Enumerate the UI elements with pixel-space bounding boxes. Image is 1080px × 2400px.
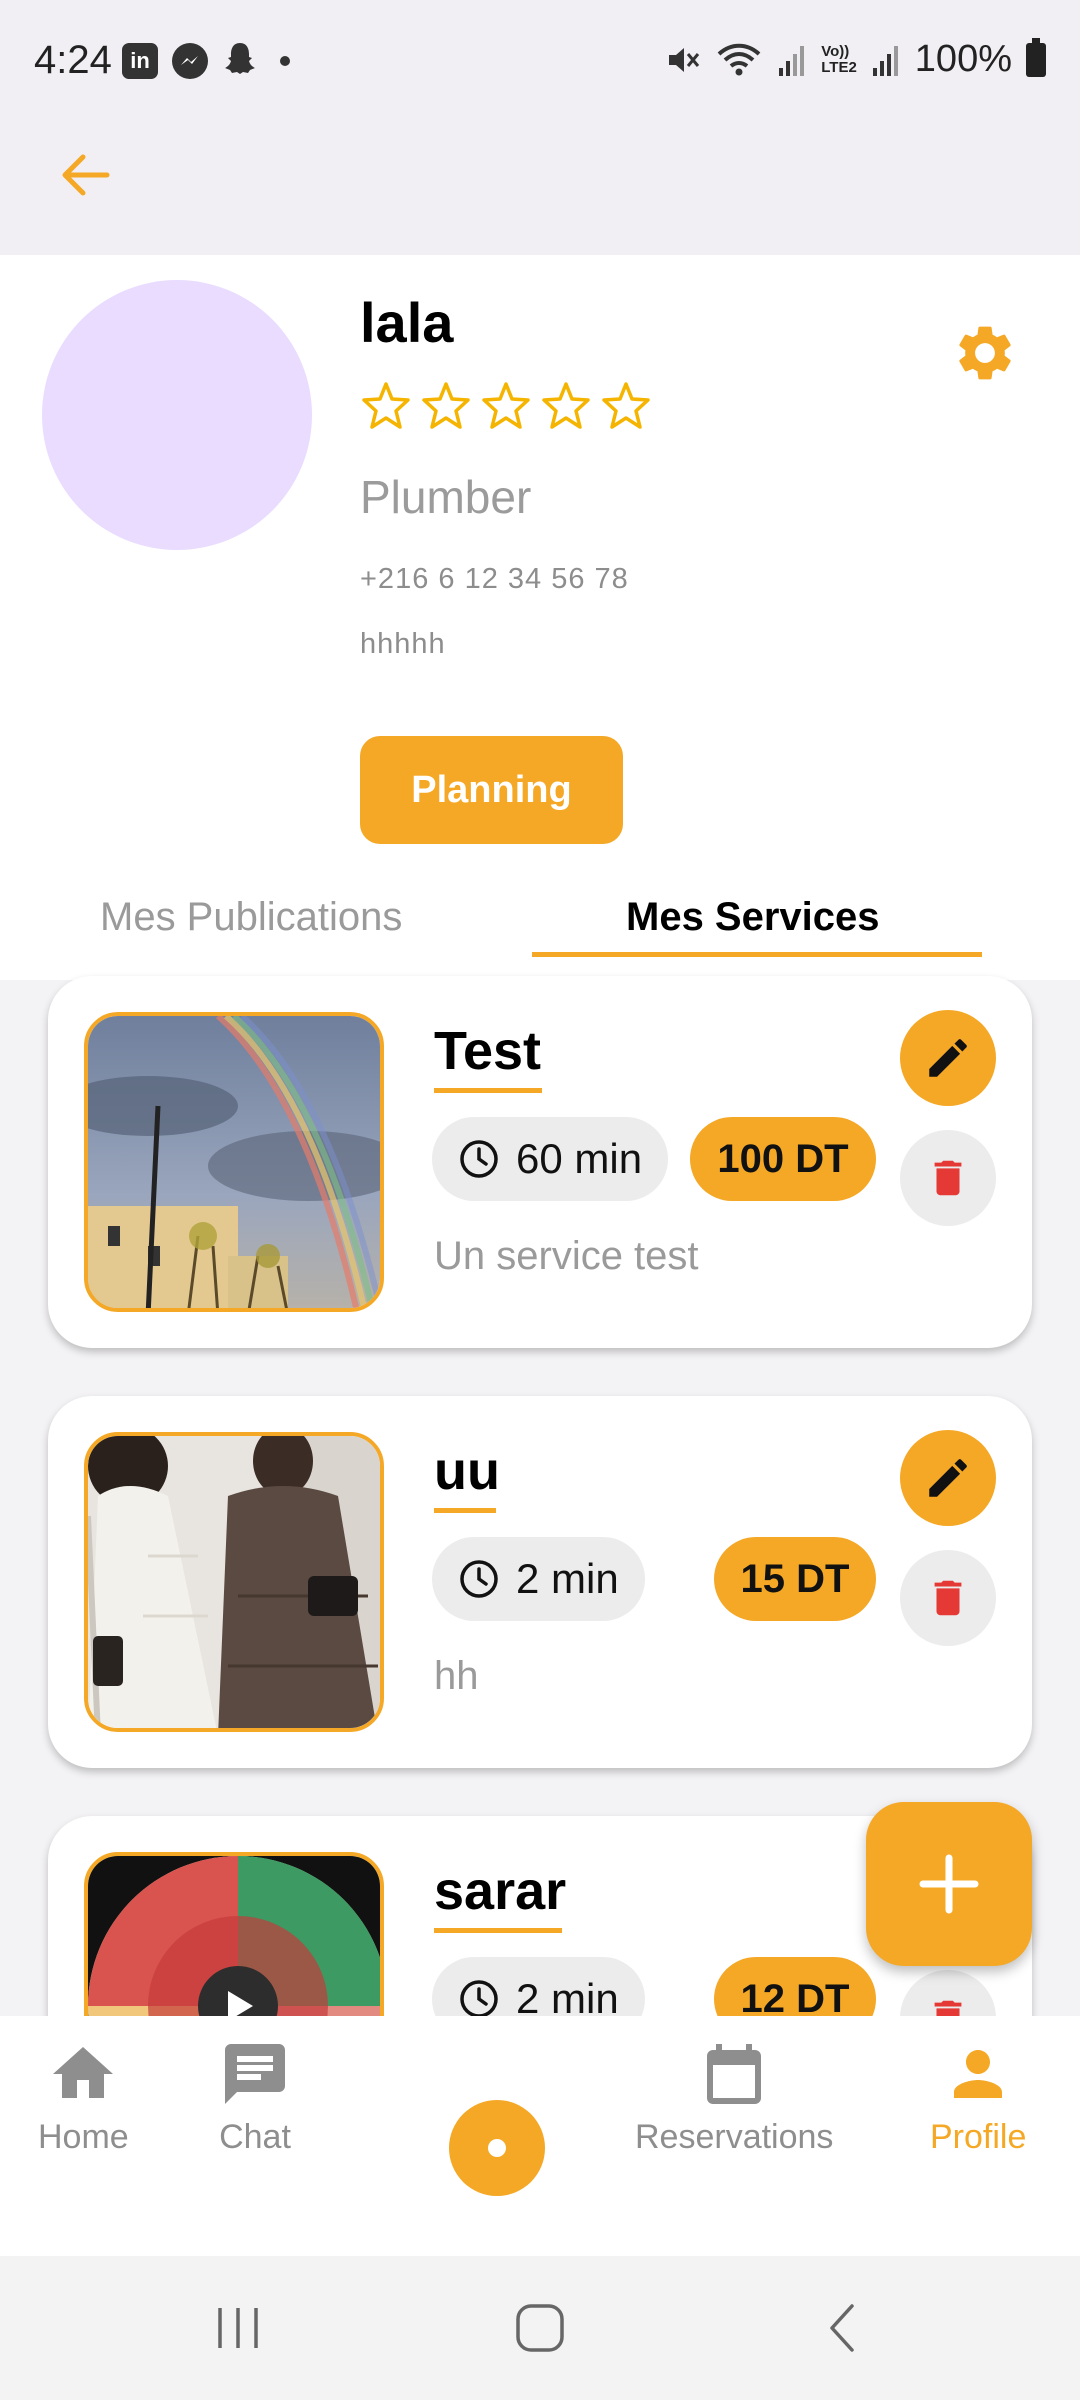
battery-icon xyxy=(1026,37,1046,77)
messenger-icon xyxy=(172,42,208,79)
linkedin-icon: in xyxy=(122,42,158,79)
star-icon xyxy=(422,382,470,429)
title-underline xyxy=(434,1508,496,1513)
system-icons: Vo)) LTE2 100% xyxy=(665,37,1046,81)
status-bar: 4:24 in Vo)) LTE2 100% xyxy=(0,0,1080,125)
nav-label: Chat xyxy=(219,2118,291,2156)
star-icon xyxy=(542,382,590,429)
tab-mes-services[interactable]: Mes Services xyxy=(626,895,880,940)
nav-label: Profile xyxy=(930,2118,1027,2156)
home-icon xyxy=(53,2047,114,2098)
price-badge: 15 DT xyxy=(714,1537,876,1621)
chat-icon xyxy=(225,2044,285,2104)
service-description: hh xyxy=(434,1654,479,1698)
duration-text: 60 min xyxy=(516,1135,643,1182)
nav-label: Home xyxy=(38,2118,129,2156)
clock-icon xyxy=(460,1560,498,1598)
service-image xyxy=(84,1432,384,1732)
duration-chip: 2 min xyxy=(432,1537,645,1621)
delete-button[interactable] xyxy=(900,1550,996,1646)
star-icon xyxy=(362,382,410,429)
avatar xyxy=(42,280,312,550)
clock-icon xyxy=(460,1980,498,2018)
recent-apps-icon[interactable] xyxy=(208,2298,268,2358)
profile-name: lala xyxy=(360,291,454,354)
trash-icon xyxy=(934,1580,962,1616)
tab-mes-publications[interactable]: Mes Publications xyxy=(100,895,402,940)
rainbow-sky-photo xyxy=(88,1016,380,1308)
service-title: uu xyxy=(434,1441,500,1501)
service-title: Test xyxy=(434,1021,542,1081)
title-underline xyxy=(434,1928,562,1933)
service-card[interactable]: Test 60 min 100 DT Un service test xyxy=(48,976,1032,1348)
planning-button[interactable]: Planning xyxy=(360,736,623,844)
notification-icons: in xyxy=(122,40,290,81)
arrow-left-icon xyxy=(62,154,110,196)
duration-chip: 60 min xyxy=(432,1117,669,1201)
star-icon xyxy=(482,382,530,429)
signal-icon-1 xyxy=(779,45,805,76)
active-tab-indicator xyxy=(532,952,982,957)
home-button-icon[interactable] xyxy=(510,2298,570,2358)
edit-button[interactable] xyxy=(900,1430,996,1526)
duration-text: 2 min xyxy=(516,1555,619,1602)
two-women-dresses-photo xyxy=(88,1436,380,1728)
add-service-button[interactable] xyxy=(866,1802,1032,1966)
snapchat-icon xyxy=(222,40,258,81)
clock-icon xyxy=(460,1140,498,1178)
pencil-icon xyxy=(929,1039,967,1077)
nav-reservations[interactable]: Reservations xyxy=(635,2038,833,2157)
nav-profile[interactable]: Profile xyxy=(930,2038,1026,2157)
back-button[interactable] xyxy=(50,140,120,210)
back-nav-icon[interactable] xyxy=(814,2298,874,2358)
calendar-icon xyxy=(707,2044,762,2104)
status-time: 4:24 xyxy=(34,38,112,82)
mute-icon xyxy=(669,47,700,72)
delete-button[interactable] xyxy=(900,1130,996,1226)
price-badge: 100 DT xyxy=(690,1117,876,1201)
more-notifications-dot xyxy=(280,55,290,66)
battery-percent: 100% xyxy=(914,38,1012,80)
pencil-icon xyxy=(929,1459,967,1497)
nav-chat[interactable]: Chat xyxy=(219,2038,291,2157)
system-navigation-bar xyxy=(0,2256,1080,2400)
edit-button[interactable] xyxy=(900,1010,996,1106)
trash-icon xyxy=(934,1160,962,1196)
nav-home[interactable]: Home xyxy=(38,2038,129,2157)
wifi-icon xyxy=(717,43,761,75)
person-icon xyxy=(954,2050,1003,2098)
phone-number: +216 6 12 34 56 78 xyxy=(360,563,629,595)
volte-badge: Vo)) LTE2 xyxy=(821,42,857,76)
service-title: sarar xyxy=(434,1861,567,1921)
rating-stars xyxy=(360,380,652,432)
settings-button[interactable] xyxy=(952,320,1018,386)
gear-icon xyxy=(959,326,1011,380)
plus-icon xyxy=(919,1854,979,1914)
title-underline xyxy=(434,1088,542,1093)
nav-label: Reservations xyxy=(635,2118,834,2156)
profession: Plumber xyxy=(360,471,532,523)
service-description: Un service test xyxy=(434,1234,699,1278)
service-image xyxy=(84,1012,384,1312)
center-action-button[interactable] xyxy=(449,2100,545,2196)
bio: hhhhh xyxy=(360,628,446,660)
dot-icon xyxy=(488,2139,506,2157)
service-card[interactable]: uu 2 min 15 DT hh xyxy=(48,1396,1032,1768)
app-bar xyxy=(0,125,1080,255)
signal-icon-2 xyxy=(872,45,898,76)
star-icon xyxy=(602,382,650,429)
